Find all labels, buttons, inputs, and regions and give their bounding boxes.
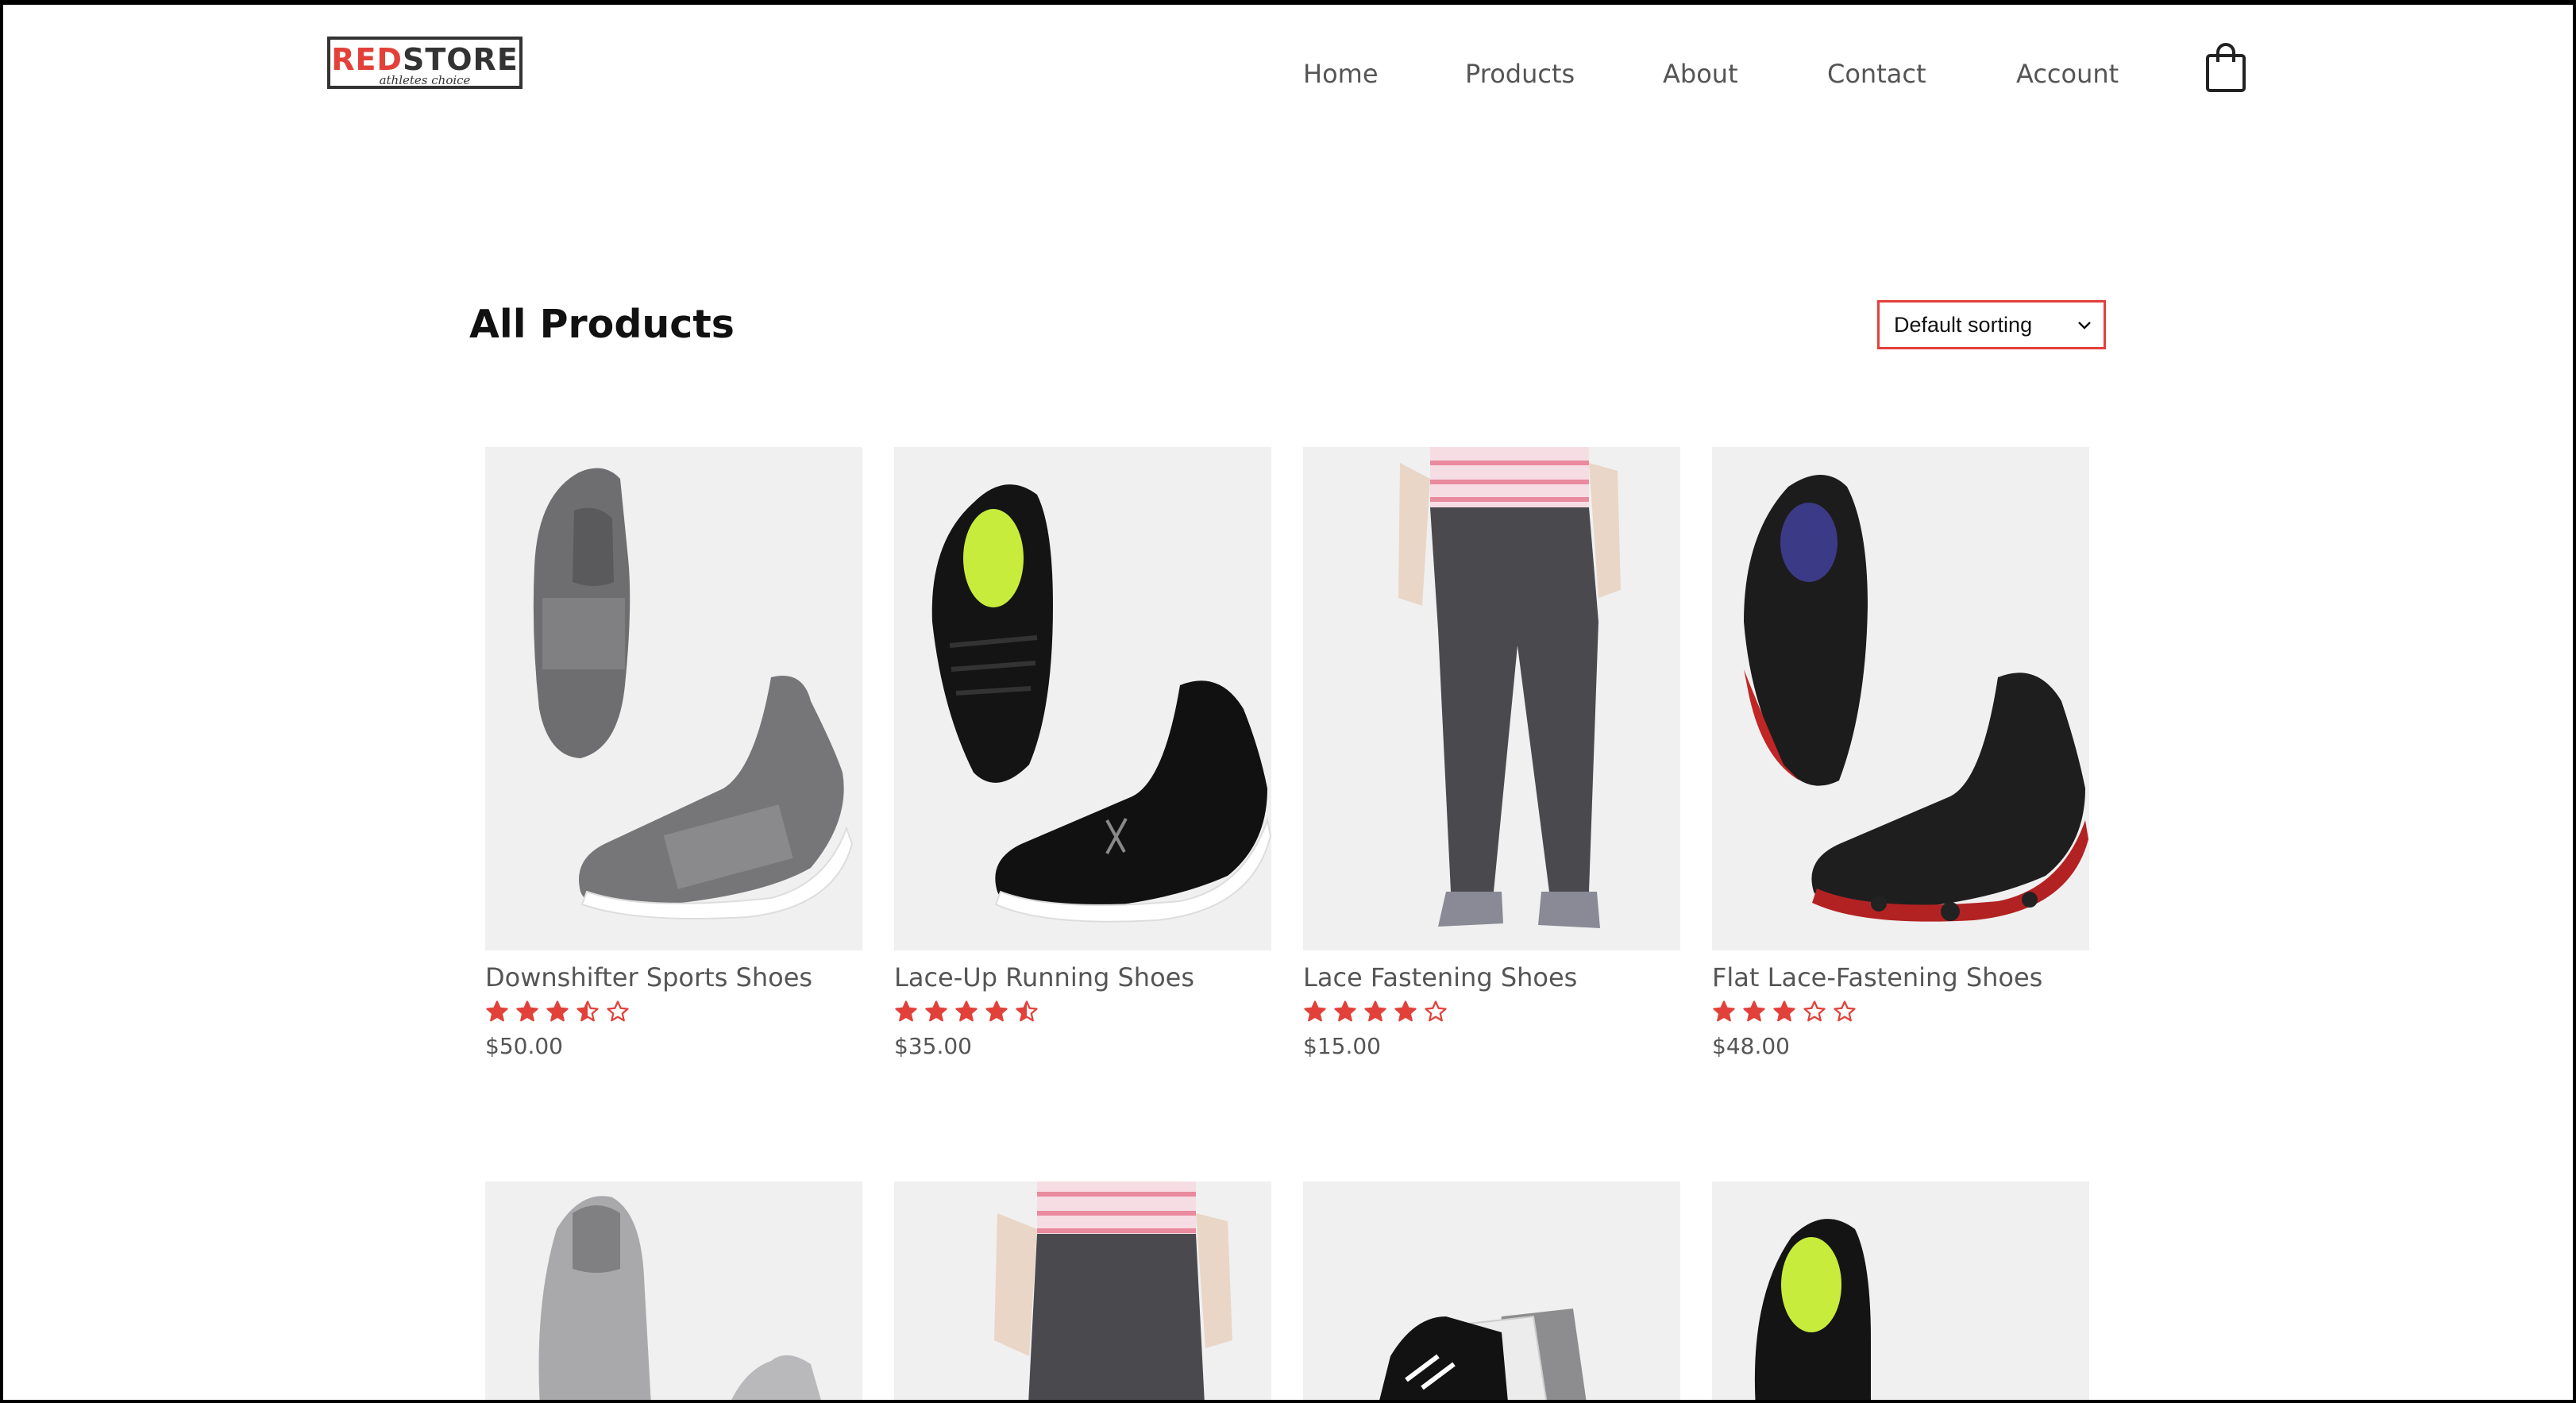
- product-card[interactable]: Flat Lace-Fastening Shoes $48.00: [1712, 447, 2089, 1060]
- star-empty-icon: [1425, 1000, 1447, 1022]
- product-name[interactable]: Lace Fastening Shoes: [1303, 962, 1680, 993]
- product-image[interactable]: [894, 447, 1271, 950]
- nav-contact[interactable]: Contact: [1827, 56, 1926, 92]
- product-image[interactable]: [1712, 447, 2089, 950]
- product-card[interactable]: [894, 1181, 1271, 1400]
- main-nav: Home Products About Contact Account: [3, 56, 2573, 95]
- product-image[interactable]: [1303, 447, 1680, 950]
- product-image[interactable]: [1712, 1181, 2089, 1400]
- product-card[interactable]: [485, 1181, 862, 1400]
- product-name[interactable]: Flat Lace-Fastening Shoes: [1712, 962, 2089, 993]
- star-full-icon: [516, 1000, 538, 1022]
- product-price: $15.00: [1303, 1033, 1381, 1059]
- product-card[interactable]: Lace Fastening Shoes $15.00: [1303, 447, 1680, 1060]
- nav-about[interactable]: About: [1663, 56, 1738, 92]
- product-card[interactable]: [1303, 1181, 1680, 1400]
- star-empty-icon: [1834, 1000, 1856, 1022]
- star-full-icon: [546, 1000, 569, 1022]
- product-price: $50.00: [485, 1033, 563, 1059]
- product-price: $35.00: [894, 1033, 972, 1059]
- star-full-icon: [1743, 1000, 1765, 1022]
- star-full-icon: [925, 1000, 947, 1022]
- nav-home[interactable]: Home: [1303, 56, 1379, 92]
- product-card[interactable]: [1712, 1181, 2089, 1400]
- product-image[interactable]: [485, 1181, 862, 1400]
- page-title: All Products: [469, 302, 735, 347]
- product-rating: [1303, 1000, 1680, 1028]
- product-image[interactable]: [894, 1181, 1271, 1400]
- nav-products[interactable]: Products: [1465, 56, 1575, 92]
- browser-viewport: REDSTORE athletes choice Home Products A…: [3, 5, 2573, 1400]
- product-image[interactable]: [485, 447, 862, 950]
- product-name[interactable]: Lace-Up Running Shoes: [894, 962, 1271, 993]
- chevron-down-icon: [2078, 322, 2091, 330]
- star-half-icon: [577, 1000, 599, 1022]
- product-rating: [485, 1000, 862, 1028]
- product-rating: [894, 1000, 1271, 1028]
- star-full-icon: [895, 1000, 917, 1022]
- product-card[interactable]: Downshifter Sports Shoes $50.00: [485, 447, 862, 1060]
- product-rating: [1712, 1000, 2089, 1028]
- sort-select[interactable]: Default sorting: [1877, 300, 2106, 349]
- sort-selected-value: Default sorting: [1894, 313, 2033, 337]
- nav-account[interactable]: Account: [2016, 56, 2119, 92]
- star-full-icon: [1773, 1000, 1795, 1022]
- star-full-icon: [985, 1000, 1008, 1022]
- star-full-icon: [1394, 1000, 1417, 1022]
- product-image[interactable]: [1303, 1181, 1680, 1400]
- star-full-icon: [486, 1000, 508, 1022]
- star-empty-icon: [607, 1000, 629, 1022]
- star-full-icon: [1364, 1000, 1386, 1022]
- product-name[interactable]: Downshifter Sports Shoes: [485, 962, 862, 993]
- shopping-bag-icon[interactable]: [2204, 41, 2247, 94]
- star-full-icon: [1334, 1000, 1356, 1022]
- product-card[interactable]: Lace-Up Running Shoes $35.00: [894, 447, 1271, 1060]
- star-full-icon: [1713, 1000, 1735, 1022]
- star-full-icon: [955, 1000, 978, 1022]
- product-price: $48.00: [1712, 1033, 1790, 1059]
- star-half-icon: [1016, 1000, 1038, 1022]
- star-full-icon: [1304, 1000, 1326, 1022]
- star-empty-icon: [1803, 1000, 1826, 1022]
